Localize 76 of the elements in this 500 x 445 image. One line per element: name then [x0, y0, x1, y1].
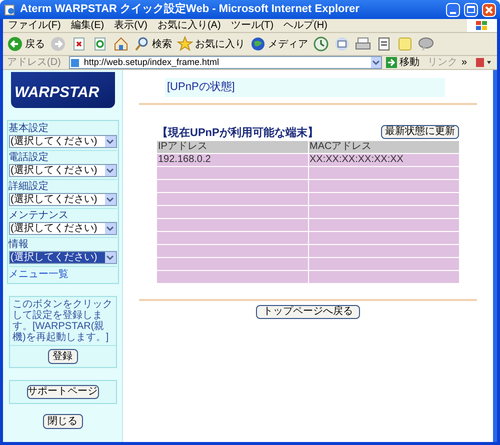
mail-button[interactable]: [334, 36, 350, 52]
chat-icon: [418, 36, 434, 52]
close-button[interactable]: [482, 2, 496, 16]
section-label: メンテナンス: [8, 210, 70, 222]
dropdown-icon: [104, 252, 116, 263]
close-icon: [485, 6, 493, 14]
window-title: Aterm WARPSTAR クイック設定Web - Microsoft Internet Explorer: [20, 2, 360, 18]
section-select[interactable]: (選択してください): [8, 251, 116, 264]
section-select[interactable]: (選択してください): [8, 164, 116, 177]
dropdown-icon: [104, 194, 116, 205]
chat-button[interactable]: [418, 36, 434, 52]
favorites-button[interactable]: お気に入り: [177, 36, 245, 52]
windows-logo-icon: [467, 19, 497, 32]
menu-item[interactable]: ファイル(F): [3, 19, 66, 33]
search-button[interactable]: 検索: [134, 36, 172, 52]
section-select[interactable]: (選択してください): [8, 193, 116, 206]
menu-list-link[interactable]: メニュー一覧: [8, 268, 116, 281]
menu-item[interactable]: お気に入り(A): [152, 19, 226, 33]
page-heading: [UPnPの状態]: [165, 78, 445, 96]
refresh-button[interactable]: [92, 36, 108, 52]
menu-item[interactable]: ツール(T): [226, 19, 279, 33]
forward-icon: [50, 36, 66, 52]
back-button[interactable]: 戻る: [7, 36, 45, 52]
minimize-button[interactable]: [446, 2, 460, 16]
edit-button[interactable]: [376, 36, 392, 52]
menu-item[interactable]: 編集(E): [66, 19, 110, 33]
note-icon: [397, 36, 413, 52]
dropdown-icon: [104, 165, 116, 176]
top-page-button[interactable]: トップページへ戻る: [256, 305, 360, 319]
logo: WARPSTAR: [10, 72, 114, 108]
address-field[interactable]: http://web.setup/index_frame.html: [68, 56, 382, 69]
more-button[interactable]: »: [461, 55, 467, 70]
dropdown-icon: [104, 223, 116, 234]
go-button[interactable]: 移動: [386, 55, 420, 70]
address-label: アドレス(D): [6, 56, 62, 70]
star-icon: [177, 36, 193, 52]
support-button[interactable]: サポートページ: [26, 385, 98, 399]
media-button[interactable]: メディア: [250, 36, 308, 52]
home-button[interactable]: [113, 36, 129, 52]
history-icon: [313, 36, 329, 52]
document-icon: [376, 36, 392, 52]
table-cell: XX:XX:XX:XX:XX:XX: [308, 154, 459, 166]
section-label: 情報: [8, 239, 30, 251]
arrow-icon: [386, 57, 398, 68]
section-select[interactable]: (選択してください): [8, 135, 116, 148]
back-icon: [7, 36, 23, 52]
save-note: このボタンをクリックして設定を登録します。[WARPSTAR(親機)を再起動します。]: [12, 298, 114, 345]
table-cell: 192.168.0.2: [157, 154, 308, 166]
section-heading: 【現在UPnPが利用可能な端末】: [157, 126, 318, 140]
column-header: MACアドレス: [308, 141, 459, 153]
menu-item[interactable]: 表示(V): [109, 19, 152, 33]
globe-icon: [250, 36, 266, 52]
menu-item[interactable]: ヘルプ(H): [278, 19, 332, 33]
home-icon: [113, 36, 129, 52]
stop-button[interactable]: [71, 36, 87, 52]
section-select[interactable]: (選択してください): [8, 222, 116, 235]
maximize-button[interactable]: [464, 2, 478, 16]
search-icon: [134, 36, 150, 52]
page-icon: [4, 4, 16, 16]
save-button[interactable]: 登録: [48, 349, 78, 364]
refresh-button[interactable]: 最新状態に更新: [381, 125, 459, 139]
history-button[interactable]: [313, 36, 329, 52]
dropdown-icon[interactable]: [371, 57, 382, 68]
refresh-icon: [92, 36, 108, 52]
print-button[interactable]: [355, 36, 371, 52]
dropdown-icon: [104, 136, 116, 147]
section-label: 詳細設定: [8, 181, 50, 193]
mail-icon: [334, 36, 350, 52]
close-page-button[interactable]: 閉じる: [42, 414, 82, 429]
column-header: IPアドレス: [157, 141, 308, 153]
printer-icon: [355, 36, 371, 52]
toolbar-extension-icon[interactable]: [475, 57, 493, 68]
stop-icon: [71, 36, 87, 52]
section-label: 基本設定: [8, 123, 50, 135]
section-label: 電話設定: [8, 152, 50, 164]
page-icon: [70, 58, 80, 68]
